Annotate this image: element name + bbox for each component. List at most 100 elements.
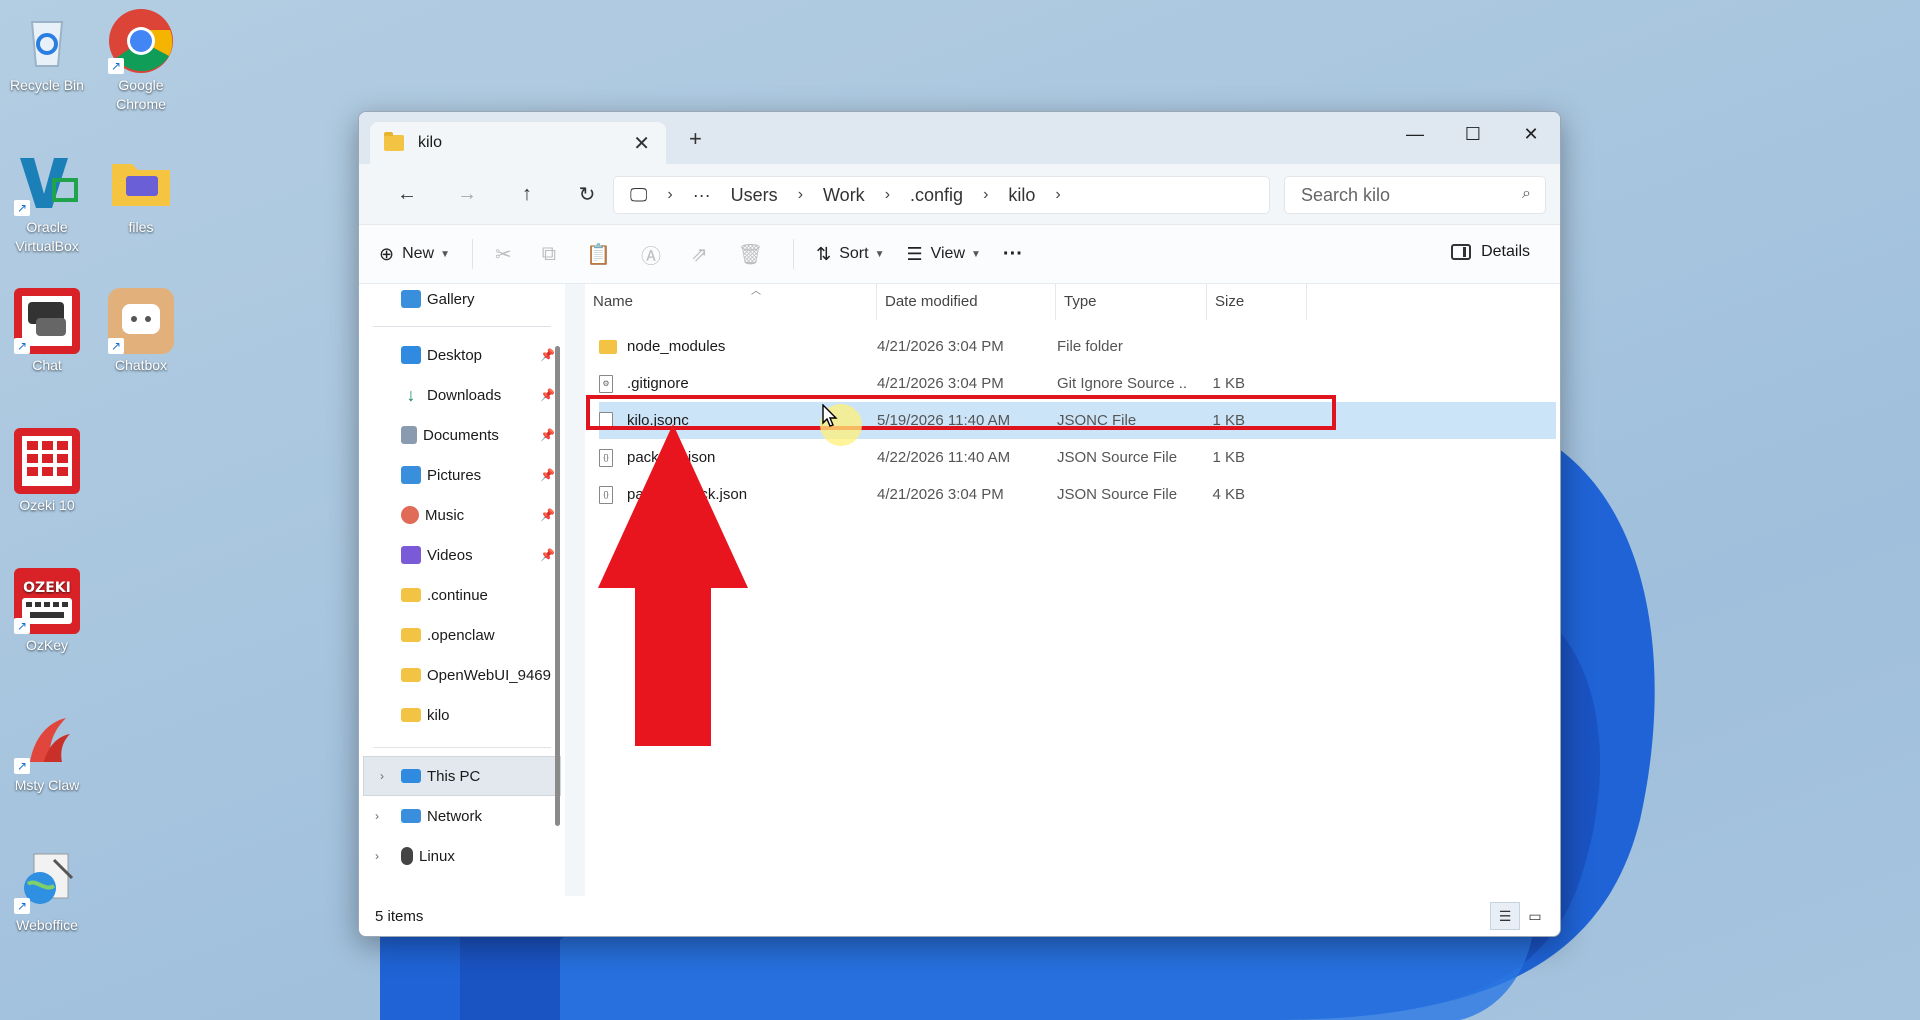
command-bar: ⊕ New ▼ ✂ ⧉ 📋 Ⓐ ⇗ 🗑 ⇅ Sort ▼ ☰ View ▼ ··… xyxy=(359,224,1560,284)
sidebar-item-documents[interactable]: Documents 📌 xyxy=(359,415,565,455)
sidebar-item-kilo[interactable]: kilo xyxy=(359,695,565,735)
chevron-right-icon[interactable]: › xyxy=(375,849,379,863)
breadcrumb-kilo[interactable]: kilo xyxy=(1008,185,1035,206)
large-icons-view-icon[interactable]: ▭ xyxy=(1520,902,1550,930)
close-window-icon[interactable]: ✕ xyxy=(1502,120,1560,148)
navigation-pane: Gallery Desktop 📌 ↓ Downloads 📌 Document… xyxy=(359,284,565,896)
sidebar-item-openwebui[interactable]: OpenWebUI_9469 xyxy=(359,655,565,695)
pin-icon: 📌 xyxy=(540,388,555,402)
computer-icon xyxy=(401,769,421,783)
sidebar-item-linux[interactable]: › Linux xyxy=(359,836,565,876)
breadcrumb-users[interactable]: Users xyxy=(731,185,778,206)
desktop-icon-weboffice[interactable]: ↗ Weboffice xyxy=(2,848,92,935)
new-button[interactable]: ⊕ New ▼ xyxy=(379,244,450,265)
sidebar-item-gallery[interactable]: Gallery xyxy=(359,284,565,318)
gallery-icon xyxy=(401,290,421,308)
desktop-icon-recycle-bin[interactable]: Recycle Bin xyxy=(2,8,92,95)
view-toggle: ☰ ▭ xyxy=(1490,902,1550,930)
file-size: 4 KB xyxy=(1212,486,1245,503)
sidebar-item-openclaw[interactable]: .openclaw xyxy=(359,615,565,655)
delete-icon[interactable]: 🗑 xyxy=(738,242,763,267)
shortcut-arrow-icon: ↗ xyxy=(14,898,30,914)
chevron-down-icon: ▼ xyxy=(440,248,451,260)
breadcrumb-config[interactable]: .config xyxy=(910,185,963,206)
item-count: 5 items xyxy=(375,907,424,925)
desktop-icon-chatbox[interactable]: ↗ Chatbox xyxy=(96,288,186,375)
sidebar-item-this-pc[interactable]: › This PC xyxy=(363,756,561,796)
minimize-icon[interactable]: — xyxy=(1386,120,1444,148)
back-arrow-icon[interactable]: ← xyxy=(377,183,437,206)
new-tab-button[interactable]: + xyxy=(689,126,702,152)
tab-kilo[interactable]: kilo ✕ xyxy=(370,122,666,164)
recycle-bin-icon xyxy=(14,8,80,74)
chrome-icon: ↗ xyxy=(108,8,174,74)
address-bar[interactable]: 🖵 › ··· Users › Work › .config › kilo › xyxy=(613,176,1270,214)
desktop-icon-msty-claw[interactable]: ↗ Msty Claw xyxy=(2,708,92,795)
chevron-down-icon: ▼ xyxy=(874,248,885,260)
sidebar-item-label: Gallery xyxy=(427,290,475,308)
more-options-icon: ··· xyxy=(1002,242,1023,265)
desktop-icon-ozkey[interactable]: OZEKI ↗ OzKey xyxy=(2,568,92,655)
desktop-icon-chrome[interactable]: ↗ Google Chrome xyxy=(96,8,186,114)
forward-arrow-icon[interactable]: → xyxy=(437,183,497,206)
sidebar-item-label: Documents xyxy=(423,426,499,444)
chevron-right-icon[interactable]: › xyxy=(1055,186,1060,204)
up-arrow-icon[interactable]: ↑ xyxy=(497,183,557,206)
chevron-right-icon[interactable]: › xyxy=(885,186,890,204)
sidebar-divider xyxy=(373,747,551,748)
ozeki-keypad-icon xyxy=(14,428,80,494)
folder-icon xyxy=(401,708,421,722)
desktop-icon-ozeki[interactable]: Ozeki 10 xyxy=(2,428,92,515)
chatbox-icon: ↗ xyxy=(108,288,174,354)
details-view-icon[interactable]: ☰ xyxy=(1490,902,1520,930)
chevron-right-icon[interactable]: › xyxy=(380,769,384,783)
sidebar-item-network[interactable]: › Network xyxy=(359,796,565,836)
more-locations-icon[interactable]: ··· xyxy=(693,185,711,206)
tab-bar: kilo ✕ + — ☐ ✕ xyxy=(359,112,1560,164)
linux-penguin-icon xyxy=(401,847,413,865)
close-tab-icon[interactable]: ✕ xyxy=(633,131,650,156)
refresh-icon[interactable]: ↻ xyxy=(557,182,617,207)
ozkey-keyboard-icon: OZEKI ↗ xyxy=(14,568,80,634)
details-pane-button[interactable]: Details xyxy=(1451,243,1530,261)
breadcrumb-work[interactable]: Work xyxy=(823,185,865,206)
column-header-type[interactable]: Type xyxy=(1056,284,1207,320)
chevron-right-icon[interactable]: › xyxy=(798,186,803,204)
plus-circle-icon: ⊕ xyxy=(379,243,395,264)
sidebar-item-pictures[interactable]: Pictures 📌 xyxy=(359,455,565,495)
sidebar-item-label: Music xyxy=(425,506,465,524)
view-button[interactable]: ☰ View ▼ xyxy=(906,244,980,265)
chevron-right-icon[interactable]: › xyxy=(667,186,672,204)
share-icon[interactable]: ⇗ xyxy=(691,242,708,267)
desktop-icon-files[interactable]: files xyxy=(96,150,186,237)
file-size: 1 KB xyxy=(1212,449,1245,466)
column-header-name[interactable]: Name xyxy=(585,284,877,320)
column-header-date[interactable]: Date modified xyxy=(877,284,1056,320)
chevron-right-icon[interactable]: › xyxy=(983,186,988,204)
sidebar-item-videos[interactable]: Videos 📌 xyxy=(359,535,565,575)
sidebar-item-desktop[interactable]: Desktop 📌 xyxy=(359,335,565,375)
column-header-size[interactable]: Size xyxy=(1207,284,1307,320)
folder-icon xyxy=(108,150,174,216)
sidebar-item-music[interactable]: Music 📌 xyxy=(359,495,565,535)
sort-button[interactable]: ⇅ Sort ▼ xyxy=(816,244,884,265)
desktop-icon-virtualbox[interactable]: ↗ Oracle VirtualBox xyxy=(2,150,92,256)
copy-icon[interactable]: ⧉ xyxy=(542,243,556,266)
chevron-right-icon[interactable]: › xyxy=(375,809,379,823)
sidebar-item-label: .continue xyxy=(427,586,488,604)
paste-icon[interactable]: 📋 xyxy=(586,242,611,267)
rename-icon[interactable]: Ⓐ xyxy=(641,240,661,269)
window-controls: — ☐ ✕ xyxy=(1386,120,1560,148)
file-date: 4/21/2026 3:04 PM xyxy=(877,338,1004,355)
sidebar-item-downloads[interactable]: ↓ Downloads 📌 xyxy=(359,375,565,415)
maximize-icon[interactable]: ☐ xyxy=(1444,120,1502,148)
cut-icon[interactable]: ✂ xyxy=(495,242,512,267)
sidebar-scrollbar[interactable] xyxy=(555,346,560,826)
sidebar-item-continue[interactable]: .continue xyxy=(359,575,565,615)
more-options-button[interactable]: ··· xyxy=(1003,243,1023,266)
file-row-node-modules[interactable]: node_modules 4/21/2026 3:04 PM File fold… xyxy=(585,328,1560,365)
folder-icon xyxy=(401,628,421,642)
desktop-icon-label: files xyxy=(128,219,154,235)
desktop-icon-chat[interactable]: ↗ Chat xyxy=(2,288,92,375)
search-input[interactable]: Search kilo ⌕ xyxy=(1284,176,1546,214)
